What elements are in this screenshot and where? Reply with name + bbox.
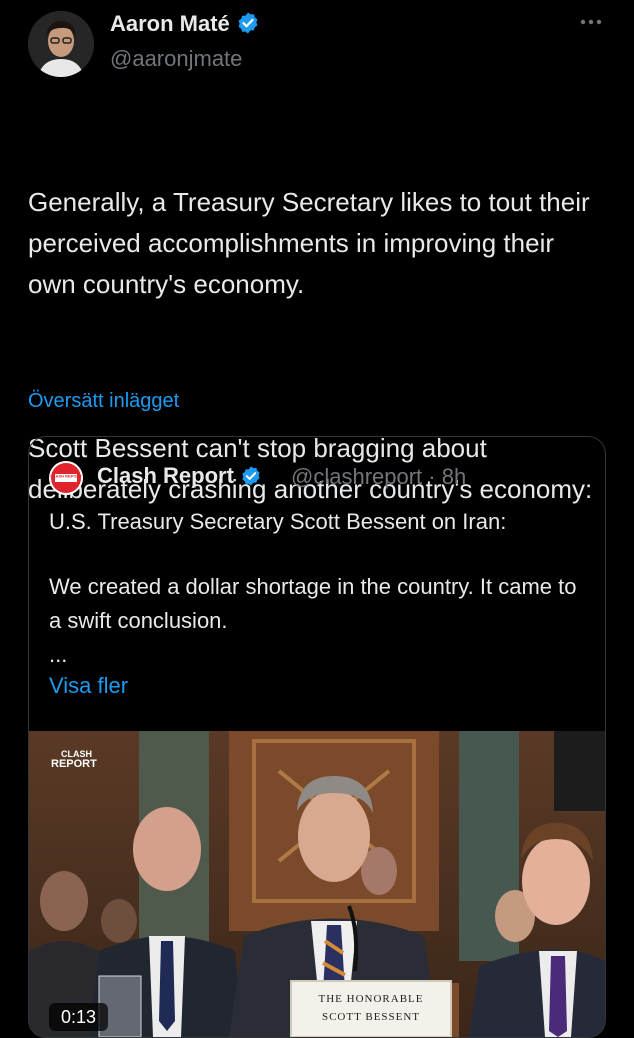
video-watermark: CLASH REPORT [51, 749, 97, 770]
verified-badge-icon [236, 11, 260, 41]
more-horizontal-icon[interactable] [576, 10, 606, 34]
quote-author-name-text: Clash Report [97, 463, 234, 488]
tweet-paragraph-1: Generally, a Treasury Secretary likes to… [28, 187, 597, 299]
quote-author-name[interactable]: Clash Report [97, 463, 262, 493]
nameplate-line-2: SCOTT BESSENT [322, 1011, 420, 1023]
quote-ellipsis: ... [49, 642, 68, 667]
author-avatar[interactable] [28, 11, 94, 77]
quote-line-1: U.S. Treasury Secretary Scott Bessent on… [49, 509, 507, 534]
show-more-link[interactable]: Visa fler [49, 673, 128, 699]
nameplate-line-1: THE HONORABLE [319, 993, 424, 1005]
quote-text: U.S. Treasury Secretary Scott Bessent on… [49, 505, 589, 672]
quote-avatar-text: CLASH REPORT [50, 474, 82, 479]
quote-line-2: We created a dollar shortage in the coun… [49, 574, 577, 633]
quote-verified-badge-icon [240, 465, 262, 493]
author-name-text: Aaron Maté [110, 11, 230, 36]
quote-author-avatar[interactable]: CLASH REPORT [49, 461, 83, 495]
quote-handle-time[interactable]: @clashreport · 8h [291, 464, 466, 490]
author-name[interactable]: Aaron Maté [110, 11, 260, 41]
video-duration-badge: 0:13 [49, 1003, 109, 1031]
author-handle[interactable]: @aaronjmate [110, 46, 242, 72]
translate-post-link[interactable]: Översätt inlägget [28, 390, 179, 413]
video-frame: THE HONORABLE SCOTT BESSENT [29, 731, 605, 1037]
video-player[interactable]: THE HONORABLE SCOTT BESSENT CLASH REPORT [29, 731, 605, 1037]
watermark-line-2: REPORT [51, 758, 97, 770]
quoted-tweet-card[interactable]: CLASH REPORT Clash Report @clashreport ·… [28, 436, 606, 1038]
